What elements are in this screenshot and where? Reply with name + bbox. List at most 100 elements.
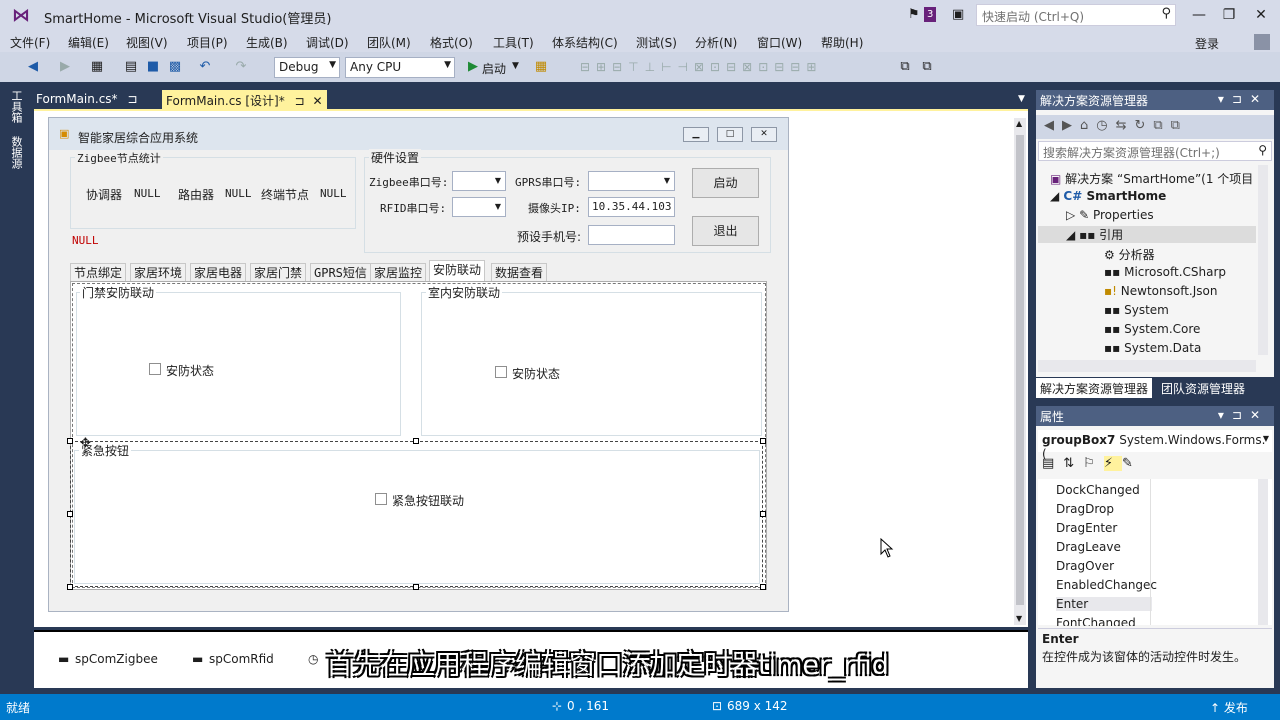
resize-handle[interactable]: [760, 438, 766, 444]
indoor-security-checkbox[interactable]: [495, 366, 507, 378]
menu-team[interactable]: 团队(M): [367, 34, 411, 51]
menu-help[interactable]: 帮助(H): [821, 34, 863, 51]
solution-vscrollbar[interactable]: [1258, 165, 1268, 355]
event-row-selected[interactable]: Enter: [1056, 597, 1152, 611]
expand-icon[interactable]: ◢: [1066, 228, 1075, 242]
tree-project[interactable]: ◢ C# SmartHome: [1050, 189, 1166, 203]
event-row[interactable]: DockChanged: [1056, 483, 1140, 497]
tab-solution-explorer[interactable]: 解决方案资源管理器: [1036, 378, 1153, 398]
menu-debug[interactable]: 调试(D): [306, 34, 349, 51]
menu-format[interactable]: 格式(O): [430, 34, 473, 51]
pin-icon[interactable]: ⊐: [295, 94, 305, 108]
solution-config-select[interactable]: Debug ▼: [274, 57, 340, 78]
emergency-group[interactable]: [74, 450, 760, 584]
redo-icon[interactable]: ↷: [232, 58, 250, 76]
menu-window[interactable]: 窗口(W): [757, 34, 802, 51]
tab-home-appliance[interactable]: 家居电器: [190, 263, 247, 282]
tab-home-monitor[interactable]: 家居监控: [370, 263, 427, 282]
layout-align-icons[interactable]: ⊟⊞⊟⊤⊥⊢⊣⊠⊡⊟⊠⊡⊟⊟⊞: [580, 60, 822, 74]
restore-button[interactable]: ❐: [1214, 4, 1244, 26]
tab-gprs-sms[interactable]: GPRS短信: [310, 263, 371, 282]
find-icon[interactable]: ▦: [532, 58, 550, 76]
forward-icon[interactable]: ▶: [56, 58, 74, 76]
resize-handle[interactable]: [760, 584, 766, 590]
menu-build[interactable]: 生成(B): [246, 34, 288, 51]
menu-test[interactable]: 测试(S): [636, 34, 677, 51]
tab-formmain-code[interactable]: FormMain.cs* ⊐: [32, 90, 141, 109]
menu-view[interactable]: 视图(V): [126, 34, 168, 51]
exit-button[interactable]: 退出: [692, 216, 759, 246]
start-button[interactable]: 启动: [692, 168, 759, 198]
order-back-icon[interactable]: ⧉: [918, 58, 936, 76]
minimize-button[interactable]: —: [1184, 4, 1214, 26]
panel-controls-icon[interactable]: ▾⊐✕: [1218, 92, 1268, 106]
menu-tools[interactable]: 工具(T): [493, 34, 534, 51]
tree-analyzers[interactable]: ⚙ 分析器: [1104, 246, 1155, 263]
panel-controls-icon[interactable]: ▾⊐✕: [1218, 408, 1268, 422]
close-button[interactable]: ✕: [1246, 4, 1276, 26]
door-security-checkbox[interactable]: [149, 363, 161, 375]
event-row[interactable]: FontChanged: [1056, 616, 1136, 626]
event-row[interactable]: DragEnter: [1056, 521, 1117, 535]
user-icon[interactable]: [1254, 34, 1270, 50]
move-handle-icon[interactable]: ✥: [80, 436, 91, 451]
door-security-group[interactable]: [76, 292, 401, 436]
expand-icon[interactable]: ◢: [1050, 189, 1059, 203]
tab-data-view[interactable]: 数据查看: [491, 263, 548, 282]
chevron-down-icon[interactable]: ▼: [1018, 94, 1025, 104]
scroll-up-icon[interactable]: ▲: [1016, 119, 1022, 128]
solution-hscrollbar[interactable]: [1038, 360, 1256, 372]
quick-launch-input[interactable]: 快速启动 (Ctrl+Q) ⚲: [976, 4, 1176, 26]
save-all-icon[interactable]: ▩: [166, 58, 184, 76]
menu-edit[interactable]: 编辑(E): [68, 34, 109, 51]
tree-ref-microsoft-csharp[interactable]: ▪▪ Microsoft.CSharp: [1104, 265, 1226, 279]
resize-handle[interactable]: [413, 438, 419, 444]
tab-node-binding[interactable]: 节点绑定: [70, 263, 127, 282]
menu-project[interactable]: 项目(P): [187, 34, 228, 51]
open-icon[interactable]: ▤: [122, 58, 140, 76]
scrollbar-thumb[interactable]: [1016, 135, 1024, 605]
notification-count-badge[interactable]: 3: [924, 7, 937, 22]
event-row[interactable]: DragOver: [1056, 559, 1114, 573]
notification-flag-icon[interactable]: ⚑: [908, 7, 920, 22]
tab-team-explorer[interactable]: 团队资源管理器: [1157, 378, 1249, 398]
scroll-down-icon[interactable]: ▼: [1016, 614, 1022, 623]
expand-icon[interactable]: ▷: [1066, 208, 1075, 222]
rfid-port-select[interactable]: ▼: [452, 197, 506, 217]
chevron-down-icon[interactable]: ▼: [512, 61, 519, 71]
menu-analyze[interactable]: 分析(N): [695, 34, 737, 51]
tab-formmain-designer[interactable]: FormMain.cs [设计]* ⊐ ✕: [162, 90, 327, 109]
indoor-security-group[interactable]: [421, 292, 762, 436]
event-row[interactable]: EnabledChangec: [1056, 578, 1157, 592]
camera-ip-input[interactable]: 10.35.44.103: [588, 197, 675, 217]
tree-properties[interactable]: ▷ ✎ Properties: [1066, 208, 1154, 222]
zigbee-port-select[interactable]: ▼: [452, 171, 506, 191]
resize-handle[interactable]: [67, 511, 73, 517]
tree-ref-newtonsoft-json[interactable]: ▪! Newtonsoft.Json: [1104, 284, 1217, 298]
events-icon[interactable]: ⚡: [1103, 456, 1122, 471]
new-project-icon[interactable]: ▦: [88, 58, 106, 76]
login-link[interactable]: 登录: [1195, 35, 1219, 52]
resize-handle[interactable]: [413, 584, 419, 590]
start-button-label[interactable]: 启动: [482, 60, 506, 77]
phone-input[interactable]: [588, 225, 675, 245]
tree-solution[interactable]: ▣ 解决方案 “SmartHome”(1 个项目: [1050, 170, 1253, 187]
undo-icon[interactable]: ↶: [196, 58, 214, 76]
tab-home-environment[interactable]: 家居环境: [130, 263, 187, 282]
properties-toolbar-icons[interactable]: ▤⇅⚐⚡✎: [1042, 456, 1142, 471]
solution-toolbar-icons[interactable]: ◀▶⌂◷⇆↻⧉⧉: [1044, 118, 1188, 133]
start-icon[interactable]: ▶: [464, 58, 482, 76]
gprs-port-select[interactable]: ▼: [588, 171, 675, 191]
resize-handle[interactable]: [67, 438, 73, 444]
close-icon[interactable]: ✕: [312, 94, 322, 108]
object-selector[interactable]: groupBox7 System.Windows.Forms.(▼: [1038, 430, 1272, 461]
properties-scrollbar[interactable]: [1258, 479, 1268, 625]
menu-architecture[interactable]: 体系结构(C): [552, 34, 618, 51]
order-front-icon[interactable]: ⧉: [896, 58, 914, 76]
back-icon[interactable]: ◀: [24, 58, 42, 76]
platform-select[interactable]: Any CPU ▼: [345, 57, 455, 78]
tree-ref-system[interactable]: ▪▪ System: [1104, 303, 1169, 317]
resize-handle[interactable]: [67, 584, 73, 590]
toolbox-tab[interactable]: 工具箱: [9, 90, 23, 123]
event-row[interactable]: DragDrop: [1056, 502, 1114, 516]
